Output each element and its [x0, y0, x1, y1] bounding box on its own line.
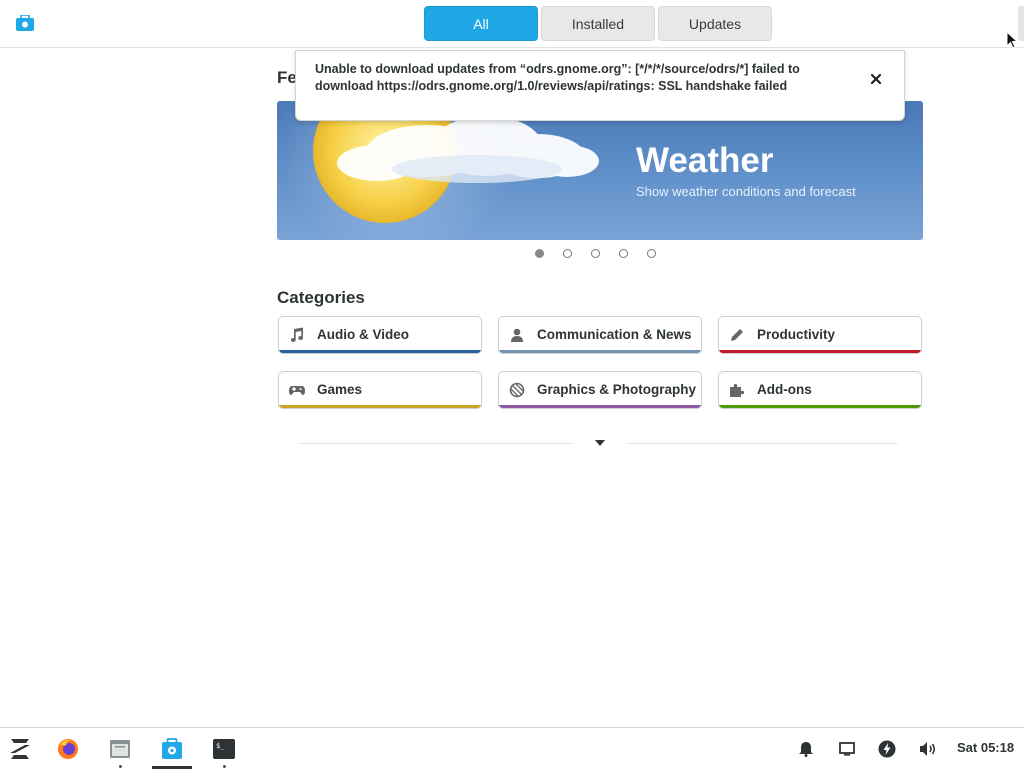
category-add-ons[interactable]: Add-ons [718, 371, 922, 409]
category-productivity[interactable]: Productivity [718, 316, 922, 354]
carousel-dot[interactable] [535, 249, 544, 258]
power-button[interactable] [875, 728, 899, 769]
firefox-button[interactable] [48, 728, 88, 769]
error-notification: Unable to download updates from “odrs.gn… [295, 50, 905, 121]
category-audio-video[interactable]: Audio & Video [278, 316, 482, 354]
notifications-button[interactable] [794, 728, 818, 769]
category-label: Graphics & Photography [537, 382, 697, 397]
display-icon [839, 741, 855, 756]
tab-all-label: All [473, 15, 489, 32]
category-label: Communication & News [537, 327, 692, 342]
power-icon [878, 740, 896, 757]
palette-icon [509, 382, 525, 398]
music-note-icon [290, 327, 304, 343]
chevron-down-icon [595, 440, 605, 446]
carousel-dot[interactable] [619, 249, 628, 258]
svg-text:$_: $_ [216, 742, 225, 750]
software-app-icon [16, 15, 34, 31]
category-color-bar [499, 405, 701, 408]
category-label: Productivity [757, 327, 836, 342]
puzzle-icon [730, 384, 744, 397]
category-color-bar [719, 405, 921, 408]
category-color-bar [279, 405, 481, 408]
person-icon [511, 328, 523, 342]
category-games[interactable]: Games [278, 371, 482, 409]
header-bar: All Installed Updates [0, 0, 1024, 48]
category-label: Audio & Video [317, 327, 410, 342]
terminal-icon: $_ [213, 738, 235, 759]
clock[interactable]: Sat 05:18 [957, 740, 1014, 755]
mouse-cursor-icon [1006, 31, 1018, 49]
notification-message: Unable to download updates from “odrs.gn… [315, 62, 800, 93]
featured-heading: Fe [277, 68, 297, 87]
volume-button[interactable] [916, 728, 940, 769]
files-icon [110, 739, 130, 758]
category-label: Add-ons [757, 382, 812, 397]
close-icon[interactable] [868, 71, 884, 87]
carousel-dot[interactable] [591, 249, 600, 258]
software-button[interactable] [152, 728, 192, 769]
software-icon [162, 737, 182, 759]
tab-all[interactable]: All [424, 6, 538, 41]
category-color-bar [499, 350, 701, 353]
carousel-dot[interactable] [563, 249, 572, 258]
weather-illustration [277, 101, 599, 240]
bell-icon [799, 741, 813, 757]
taskbar: $_ Sat 05:18 [0, 727, 1024, 769]
window-edge-button[interactable] [1018, 6, 1024, 41]
category-color-bar [719, 350, 921, 353]
categories-heading: Categories [277, 288, 365, 307]
volume-icon [920, 741, 936, 756]
firefox-icon [58, 738, 78, 759]
category-graphics-photography[interactable]: Graphics & Photography [498, 371, 702, 409]
category-label: Games [317, 382, 363, 397]
show-more-button[interactable] [572, 435, 628, 451]
gamepad-icon [289, 386, 305, 395]
featured-banner[interactable]: Weather Show weather conditions and fore… [277, 101, 923, 240]
display-button[interactable] [835, 728, 859, 769]
tab-updates[interactable]: Updates [658, 6, 772, 41]
category-color-bar [279, 350, 481, 353]
carousel-indicator [535, 249, 656, 258]
tab-updates-label: Updates [688, 15, 742, 32]
files-button[interactable] [100, 728, 140, 769]
zorin-menu-button[interactable] [0, 728, 40, 769]
terminal-button[interactable]: $_ [204, 728, 244, 769]
banner-title: Weather [636, 141, 774, 180]
view-switcher: All Installed Updates [424, 6, 772, 41]
banner-subtitle: Show weather conditions and forecast [636, 184, 856, 199]
carousel-dot[interactable] [647, 249, 656, 258]
category-communication-news[interactable]: Communication & News [498, 316, 702, 354]
tab-installed[interactable]: Installed [541, 6, 655, 41]
zorin-menu-icon [10, 738, 30, 759]
tab-installed-label: Installed [571, 15, 625, 32]
pencil-icon [731, 329, 743, 341]
